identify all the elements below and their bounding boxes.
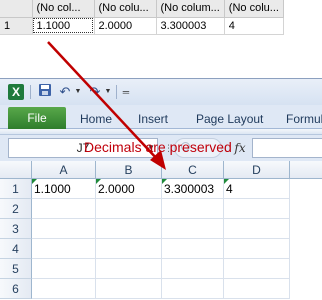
insert-function-icon[interactable]: fx — [230, 138, 250, 158]
excel-window: X ↶ ▼ ↷ ▼ ═ File Home Insert Page Layout… — [0, 78, 322, 300]
cell[interactable] — [162, 259, 224, 279]
cell[interactable] — [96, 259, 162, 279]
quick-access-toolbar: X ↶ ▼ ↷ ▼ ═ — [0, 79, 322, 105]
cell-value: 1.1000 — [34, 182, 71, 196]
column-header-b[interactable]: B — [96, 161, 162, 179]
tab-file[interactable]: File — [8, 107, 66, 129]
cell[interactable] — [96, 219, 162, 239]
toolbar-separator — [116, 85, 117, 99]
ribbon-tabs: File Home Insert Page Layout Formul — [0, 105, 322, 129]
results-row: 1 1.1000 2.0000 3.300003 4 — [0, 17, 284, 35]
cell-c1[interactable]: 3.300003 — [162, 179, 224, 199]
results-corner — [0, 0, 33, 18]
results-column-header[interactable]: (No colu... — [224, 0, 284, 18]
cell-d1[interactable]: 4 — [224, 179, 290, 199]
cell-b1[interactable]: 2.0000 — [96, 179, 162, 199]
error-indicator-icon — [96, 179, 101, 184]
results-column-header[interactable]: (No col... — [32, 0, 95, 18]
cell[interactable] — [32, 259, 96, 279]
cell[interactable] — [162, 279, 224, 299]
results-column-header[interactable]: (No colum... — [156, 0, 225, 18]
cell[interactable] — [96, 279, 162, 299]
error-indicator-icon — [224, 179, 229, 184]
cell[interactable] — [32, 279, 96, 299]
cell[interactable] — [224, 219, 290, 239]
results-cell[interactable]: 4 — [224, 17, 284, 35]
row-header[interactable]: 3 — [0, 219, 32, 239]
row-header[interactable]: 4 — [0, 239, 32, 259]
error-indicator-icon — [32, 179, 37, 184]
row-header[interactable]: 5 — [0, 259, 32, 279]
redo-icon[interactable]: ↷ — [86, 83, 104, 101]
cell[interactable] — [96, 239, 162, 259]
undo-icon[interactable]: ↶ — [56, 83, 74, 101]
cell[interactable] — [162, 199, 224, 219]
results-cell[interactable]: 2.0000 — [94, 17, 157, 35]
results-cell[interactable]: 3.300003 — [156, 17, 225, 35]
cell[interactable] — [32, 219, 96, 239]
excel-app-icon[interactable]: X — [8, 84, 24, 100]
save-icon[interactable] — [36, 83, 54, 101]
row-header[interactable]: 6 — [0, 279, 32, 299]
row-header[interactable]: 1 — [0, 179, 32, 199]
toolbar-separator — [30, 85, 31, 99]
redo-dropdown-icon[interactable]: ▼ — [104, 83, 112, 101]
results-header-row: (No col... (No colu... (No colum... (No … — [0, 0, 284, 18]
results-column-header[interactable]: (No colu... — [94, 0, 157, 18]
formula-input[interactable] — [252, 138, 322, 158]
cell[interactable] — [162, 219, 224, 239]
results-table: (No col... (No colu... (No colum... (No … — [0, 0, 284, 35]
column-header-c[interactable]: C — [162, 161, 224, 179]
column-header-d[interactable]: D — [224, 161, 290, 179]
select-all-corner[interactable] — [0, 161, 32, 179]
worksheet-grid: A B C D 1 2 3 4 5 6 1.1000 2.0000 3.3000… — [0, 161, 322, 300]
cell[interactable] — [96, 199, 162, 219]
cell[interactable] — [32, 199, 96, 219]
results-grid: (No col... (No colu... (No colum... (No … — [0, 0, 322, 46]
customize-toolbar-icon[interactable]: ═ — [122, 83, 130, 101]
save-icon-glyph — [39, 84, 51, 96]
cell[interactable] — [224, 199, 290, 219]
error-indicator-icon — [162, 179, 167, 184]
undo-dropdown-icon[interactable]: ▼ — [74, 83, 82, 101]
row-header[interactable]: 2 — [0, 199, 32, 219]
annotation-text: Decimals are preserved — [84, 139, 232, 155]
cell[interactable] — [224, 259, 290, 279]
cell[interactable] — [32, 239, 96, 259]
results-cell[interactable]: 1.1000 — [32, 17, 95, 35]
cell[interactable] — [224, 239, 290, 259]
cell-value: 3.300003 — [164, 182, 215, 196]
tab-insert[interactable]: Insert — [138, 109, 168, 129]
results-row-number[interactable]: 1 — [0, 17, 33, 35]
tab-home[interactable]: Home — [80, 109, 112, 129]
tab-formulas[interactable]: Formul — [286, 109, 322, 129]
cell-value: 2.0000 — [98, 182, 135, 196]
cell-value: 4 — [226, 182, 233, 196]
column-header-e[interactable] — [290, 161, 322, 179]
tab-page-layout[interactable]: Page Layout — [196, 109, 263, 129]
cell[interactable] — [162, 239, 224, 259]
column-header-a[interactable]: A — [32, 161, 96, 179]
cell-a1[interactable]: 1.1000 — [32, 179, 96, 199]
cell[interactable] — [224, 279, 290, 299]
